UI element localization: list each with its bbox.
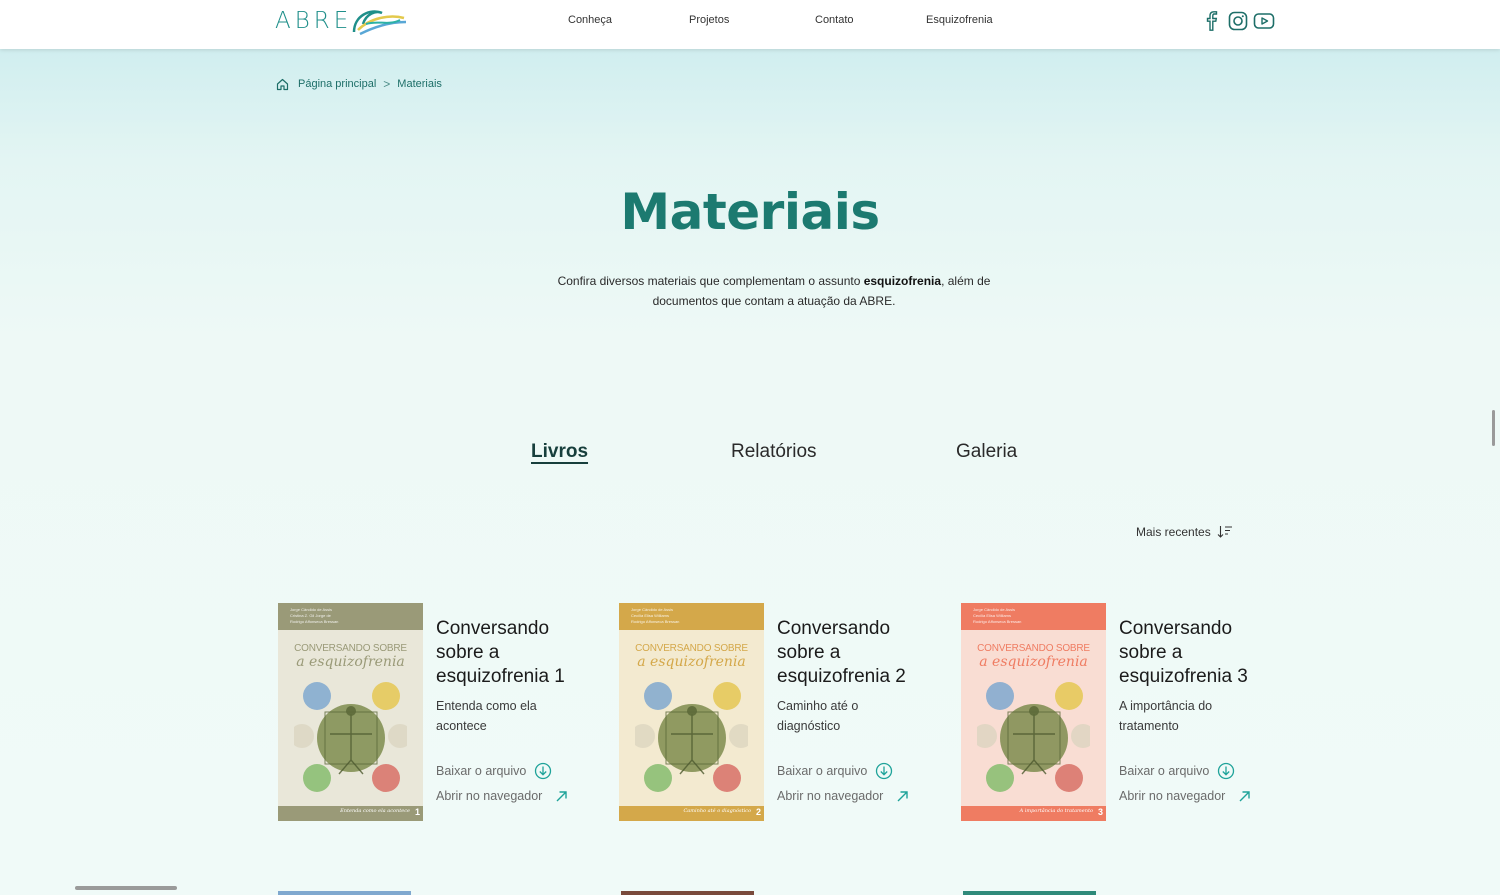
cover-title-line2: a esquizofrenia bbox=[637, 654, 746, 670]
external-arrow-icon bbox=[1239, 791, 1251, 802]
page-description: Confira diversos materiais que complemen… bbox=[540, 271, 1008, 311]
tab-galeria[interactable]: Galeria bbox=[956, 441, 1017, 463]
cover-authors: Jorge Cândido de Assis Cecília Elisa Wil… bbox=[973, 607, 1022, 624]
description-highlight: esquizofrenia bbox=[863, 274, 942, 288]
sort-icon bbox=[1217, 526, 1232, 538]
tab-relatorios[interactable]: Relatórios bbox=[731, 441, 817, 463]
cover-subtitle: Caminho até o diagnóstico bbox=[683, 808, 751, 814]
tab-livros[interactable]: Livros bbox=[531, 441, 588, 463]
next-book-cover-peek bbox=[621, 891, 754, 895]
next-book-cover-peek bbox=[963, 891, 1096, 895]
breadcrumb-separator: > bbox=[383, 77, 391, 91]
nav-conheca[interactable]: Conheça bbox=[568, 14, 612, 26]
page-title: Materiais bbox=[620, 183, 880, 241]
book-subtitle: A importância do tratamento bbox=[1119, 699, 1213, 733]
cover-title-line1: CONVERSANDO SOBRE bbox=[977, 643, 1090, 654]
book-subtitle: Entenda como ela acontece bbox=[436, 699, 537, 733]
nav-contato[interactable]: Contato bbox=[815, 14, 854, 26]
logo-text: ABRE bbox=[275, 8, 353, 34]
cover-top-band: Jorge Cândido de Assis Cristina Z. Gil J… bbox=[278, 603, 423, 630]
breadcrumb-home-link[interactable]: Página principal bbox=[298, 78, 376, 90]
open-label: Abrir no navegador bbox=[777, 789, 884, 803]
download-label: Baixar o arquivo bbox=[436, 764, 527, 778]
book-cover[interactable]: Jorge Cândido de Assis Cristina Z. Gil J… bbox=[278, 603, 423, 821]
open-in-browser-link[interactable]: Abrir no navegador bbox=[436, 789, 570, 803]
cover-subtitle: Entenda como ela acontece bbox=[340, 808, 410, 814]
download-label: Baixar o arquivo bbox=[1119, 764, 1210, 778]
download-icon bbox=[1218, 762, 1235, 780]
vertical-scrollbar[interactable] bbox=[1492, 410, 1495, 446]
book-subtitle: Caminho até o diagnóstico bbox=[777, 699, 859, 733]
sort-label: Mais recentes bbox=[1136, 525, 1211, 539]
cover-authors: Jorge Cândido de Assis Cristina Z. Gil J… bbox=[290, 607, 339, 624]
open-label: Abrir no navegador bbox=[436, 789, 543, 803]
cover-volume-number: 2 bbox=[755, 807, 761, 817]
download-icon bbox=[876, 762, 893, 780]
cover-authors: Jorge Cândido de Assis Cecília Elisa Wil… bbox=[631, 607, 680, 624]
nav-projetos[interactable]: Projetos bbox=[689, 14, 729, 26]
download-label: Baixar o arquivo bbox=[777, 764, 868, 778]
site-header: ABRE Conheça Projetos Contato Esquizofre… bbox=[0, 0, 1500, 49]
abre-logo[interactable]: ABRE bbox=[275, 4, 425, 38]
download-link[interactable]: Baixar o arquivo bbox=[436, 762, 552, 780]
open-in-browser-link[interactable]: Abrir no navegador bbox=[777, 789, 911, 803]
cover-title-line1: CONVERSANDO SOBRE bbox=[294, 643, 407, 654]
cover-subtitle: A importância do tratamento bbox=[1019, 808, 1093, 814]
cover-top-band: Jorge Cândido de Assis Cecília Elisa Wil… bbox=[619, 603, 764, 630]
cover-title-line1: CONVERSANDO SOBRE bbox=[635, 643, 748, 654]
book-cover[interactable]: Jorge Cândido de Assis Cecília Elisa Wil… bbox=[961, 603, 1106, 821]
home-icon[interactable] bbox=[276, 78, 289, 91]
cover-volume-number: 1 bbox=[414, 807, 420, 817]
cover-title-line2: a esquizofrenia bbox=[296, 654, 405, 670]
youtube-icon[interactable] bbox=[1253, 10, 1275, 32]
next-book-cover-peek bbox=[278, 891, 411, 895]
book-card: Jorge Cândido de Assis Cecília Elisa Wil… bbox=[619, 603, 919, 821]
download-link[interactable]: Baixar o arquivo bbox=[777, 762, 893, 780]
breadcrumb-current: Materiais bbox=[397, 78, 442, 90]
book-card: Jorge Cândido de Assis Cristina Z. Gil J… bbox=[278, 603, 578, 821]
cover-title-line2: a esquizofrenia bbox=[979, 654, 1088, 670]
description-text: Confira diversos materiais que complemen… bbox=[557, 274, 864, 288]
vitruvian-illustration bbox=[294, 682, 407, 792]
book-title[interactable]: Conversando sobre a esquizofrenia 2 bbox=[777, 617, 927, 689]
book-cover[interactable]: Jorge Cândido de Assis Cecília Elisa Wil… bbox=[619, 603, 764, 821]
book-card: Jorge Cândido de Assis Cecília Elisa Wil… bbox=[961, 603, 1261, 821]
external-arrow-icon bbox=[897, 791, 909, 802]
facebook-icon[interactable] bbox=[1201, 10, 1223, 32]
breadcrumb: Página principal > Materiais bbox=[276, 77, 442, 91]
open-in-browser-link[interactable]: Abrir no navegador bbox=[1119, 789, 1253, 803]
cover-volume-number: 3 bbox=[1097, 807, 1103, 817]
external-arrow-icon bbox=[556, 791, 568, 802]
open-label: Abrir no navegador bbox=[1119, 789, 1226, 803]
horizontal-scrollbar[interactable] bbox=[75, 886, 177, 890]
sort-dropdown[interactable]: Mais recentes bbox=[1136, 525, 1233, 539]
cover-top-band: Jorge Cândido de Assis Cecília Elisa Wil… bbox=[961, 603, 1106, 630]
download-link[interactable]: Baixar o arquivo bbox=[1119, 762, 1235, 780]
nav-esquizofrenia[interactable]: Esquizofrenia bbox=[926, 14, 993, 26]
logo-swoosh-icon bbox=[353, 10, 407, 36]
download-icon bbox=[535, 762, 552, 780]
book-title[interactable]: Conversando sobre a esquizofrenia 3 bbox=[1119, 617, 1269, 689]
vitruvian-illustration bbox=[635, 682, 748, 792]
vitruvian-illustration bbox=[977, 682, 1090, 792]
book-title[interactable]: Conversando sobre a esquizofrenia 1 bbox=[436, 617, 586, 689]
instagram-icon[interactable] bbox=[1227, 10, 1249, 32]
